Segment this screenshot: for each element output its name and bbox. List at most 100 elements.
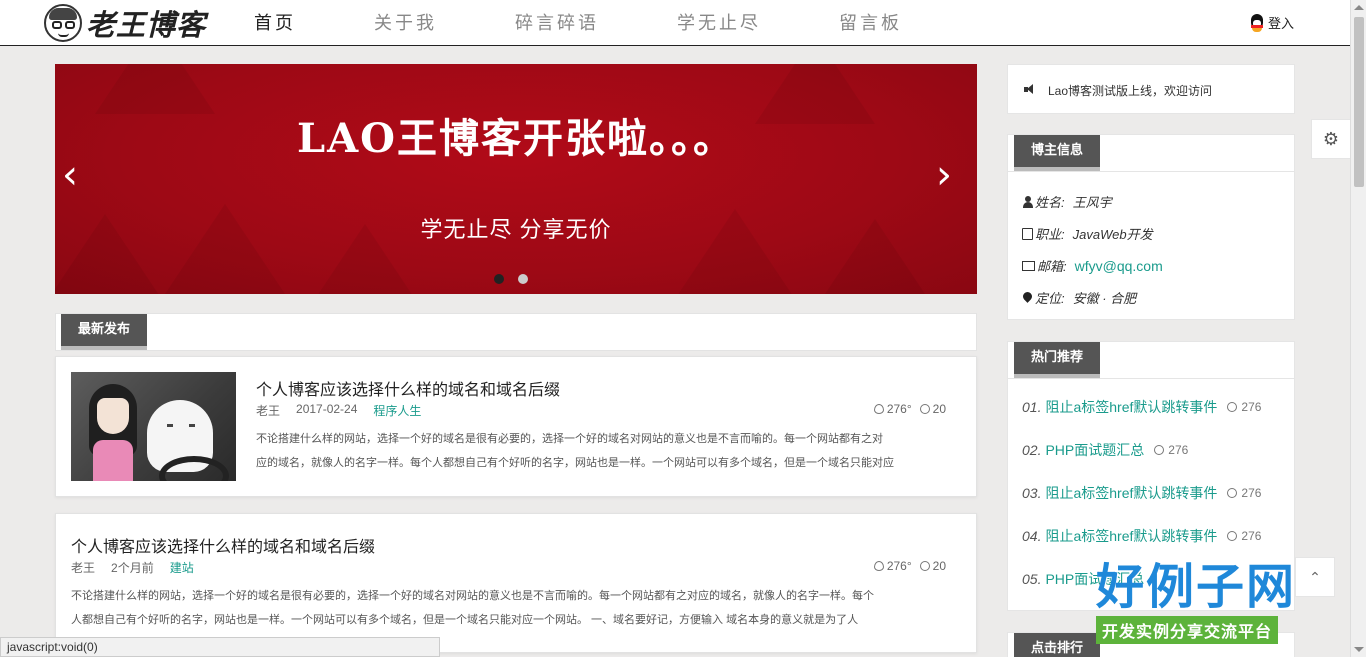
article-comments: 20 xyxy=(932,559,946,573)
hot-item-number: 05. xyxy=(1022,571,1042,587)
info-value: JavaWeb开发 xyxy=(1072,227,1153,242)
watermark-main-text: 好例子网 xyxy=(1096,559,1297,615)
hot-item-title[interactable]: 阻止a标签href默认跳转事件 xyxy=(1045,526,1217,546)
article-card[interactable]: 个人博客应该选择什么样的域名和域名后缀 老王 2017-02-24 程序人生 2… xyxy=(55,356,977,497)
main-nav: 首页 关于我 碎言碎语 学无止尽 留言板 xyxy=(230,0,956,46)
article-stats: 276° 20 xyxy=(873,559,946,573)
banner-carousel[interactable]: LAO王博客开张啦。。。 学无止尽 分享无价 ‹ › xyxy=(55,64,977,294)
fire-icon xyxy=(873,404,884,414)
banner-title: LAO王博客开张啦。。。 xyxy=(296,115,735,162)
carousel-dot-2[interactable] xyxy=(518,274,528,284)
article-comments: 20 xyxy=(932,402,946,416)
hot-item-number: 01. xyxy=(1022,399,1042,415)
hot-item-title[interactable]: PHP面试题汇总 xyxy=(1045,440,1144,460)
article-title[interactable]: 个人博客应该选择什么样的域名和域名后缀 xyxy=(71,533,375,557)
article-views: 276° xyxy=(886,559,912,573)
user-icon xyxy=(1022,195,1033,208)
logo-text: 老王博客 xyxy=(86,8,207,42)
top-navbar: 老王博客 首页 关于我 碎言碎语 学无止尽 留言板 登入 xyxy=(0,0,1350,46)
article-author: 老王 xyxy=(71,561,96,575)
article-category[interactable]: 建站 xyxy=(170,559,194,576)
comment-icon xyxy=(919,404,930,414)
info-row-job: 职业: JavaWeb开发 xyxy=(1022,224,1153,243)
page-scrollbar[interactable] xyxy=(1350,0,1366,657)
info-label: 职业: xyxy=(1035,227,1065,242)
email-link[interactable]: wfyv@qq.com xyxy=(1075,258,1163,274)
info-value: 安徽 · 合肥 xyxy=(1072,291,1137,306)
carousel-dot-1[interactable] xyxy=(494,274,504,284)
settings-gear-icon[interactable]: ⚙ xyxy=(1311,119,1351,159)
hot-item-title[interactable]: 阻止a标签href默认跳转事件 xyxy=(1045,483,1217,503)
nav-item-about[interactable]: 关于我 xyxy=(350,0,461,46)
hot-item[interactable]: 04. 阻止a标签href默认跳转事件 276 xyxy=(1022,526,1261,546)
location-icon xyxy=(1021,289,1034,304)
qq-icon xyxy=(1249,13,1265,32)
excerpt-line: 不论搭建什么样的网站，选择一个好的域名是很有必要的，选择一个好的域名对网站的意义… xyxy=(256,433,883,445)
carousel-next-arrow-icon[interactable]: › xyxy=(931,155,957,195)
scroll-up-arrow-icon[interactable] xyxy=(1354,5,1364,10)
notice-bar: Lao博客测试版上线，欢迎访问 xyxy=(1007,64,1295,114)
hot-heading: 热门推荐 xyxy=(1014,342,1100,378)
latest-heading: 最新发布 xyxy=(61,314,147,350)
carousel-dots xyxy=(494,274,542,284)
hot-item-count: 276 xyxy=(1227,486,1261,500)
article-date: 2个月前 xyxy=(111,561,154,575)
article-excerpt: 不论搭建什么样的网站，选择一个好的域名是很有必要的，选择一个好的域名对网站的意义… xyxy=(71,584,966,632)
site-logo[interactable]: 老王博客 xyxy=(44,2,206,44)
article-card[interactable]: 个人博客应该选择什么样的域名和域名后缀 老王 2个月前 建站 276° 20 不… xyxy=(55,513,977,653)
watermark-sub-text: 开发实例分享交流平台 xyxy=(1096,616,1279,644)
status-bar-url: javascript:void(0) xyxy=(0,637,440,657)
nav-item-notes[interactable]: 碎言碎语 xyxy=(491,0,623,46)
blogger-info-heading: 博主信息 xyxy=(1014,135,1100,171)
excerpt-line: 应的域名，就像人的名字一样。每个人都想自己有个好听的名字，网站也是一样。一个网站… xyxy=(256,457,894,469)
article-thumbnail[interactable] xyxy=(71,372,236,481)
comment-icon xyxy=(1227,402,1238,412)
hot-item[interactable]: 02. PHP面试题汇总 276 xyxy=(1022,440,1188,460)
speaker-icon xyxy=(1024,84,1034,94)
comment-icon xyxy=(1227,531,1238,541)
blogger-info-panel: 博主信息 姓名: 王风宇 职业: JavaWeb开发 邮箱: wfyv@qq.c… xyxy=(1007,134,1295,320)
hot-item-count: 276 xyxy=(1227,529,1261,543)
hot-item[interactable]: 03. 阻止a标签href默认跳转事件 276 xyxy=(1022,483,1261,503)
article-meta: 老王 2个月前 建站 xyxy=(71,559,210,576)
nav-item-home[interactable]: 首页 xyxy=(230,0,320,46)
article-meta: 老王 2017-02-24 程序人生 xyxy=(256,402,437,419)
rank-heading: 点击排行 xyxy=(1014,633,1100,657)
article-views: 276° xyxy=(886,402,912,416)
excerpt-line: 人都想自己有个好听的名字，网站也是一样。一个网站可以有多个域名，但是一个域名只能… xyxy=(71,614,859,626)
article-date: 2017-02-24 xyxy=(296,402,358,416)
info-label: 姓名: xyxy=(1035,195,1065,210)
count-value: 276 xyxy=(1241,400,1262,414)
hot-item-title[interactable]: 阻止a标签href默认跳转事件 xyxy=(1045,397,1217,417)
info-row-email: 邮箱: wfyv@qq.com xyxy=(1022,256,1163,275)
nav-item-learning[interactable]: 学无止尽 xyxy=(653,0,785,46)
hot-item-count: 276 xyxy=(1227,400,1261,414)
carousel-prev-arrow-icon[interactable]: ‹ xyxy=(57,155,83,195)
notice-text: Lao博客测试版上线，欢迎访问 xyxy=(1048,84,1213,98)
article-title[interactable]: 个人博客应该选择什么样的域名和域名后缀 xyxy=(256,376,560,400)
info-label: 邮箱: xyxy=(1037,259,1067,274)
hot-item[interactable]: 01. 阻止a标签href默认跳转事件 276 xyxy=(1022,397,1261,417)
scroll-thumb[interactable] xyxy=(1354,17,1364,187)
count-value: 276 xyxy=(1168,443,1189,457)
nav-item-guestbook[interactable]: 留言板 xyxy=(815,0,926,46)
article-category[interactable]: 程序人生 xyxy=(373,402,421,419)
banner-subtitle: 学无止尽 分享无价 xyxy=(420,217,612,242)
count-value: 276 xyxy=(1241,486,1262,500)
hot-item-number: 04. xyxy=(1022,528,1042,544)
comment-icon xyxy=(919,561,930,571)
article-author: 老王 xyxy=(256,404,281,418)
info-row-location: 定位: 安徽 · 合肥 xyxy=(1021,288,1137,307)
article-excerpt: 不论搭建什么样的网站，选择一个好的域名是很有必要的，选择一个好的域名对网站的意义… xyxy=(256,427,956,475)
watermark-logo: 好例子网 开发实例分享交流平台 xyxy=(1096,558,1320,648)
scroll-down-arrow-icon[interactable] xyxy=(1354,647,1364,652)
latest-section-header: 最新发布 xyxy=(55,313,977,351)
hot-item-count: 276 xyxy=(1154,443,1188,457)
info-label: 定位: xyxy=(1035,291,1065,306)
count-value: 276 xyxy=(1241,529,1262,543)
login-button[interactable]: 登入 xyxy=(1249,13,1294,32)
hot-item-number: 02. xyxy=(1022,442,1042,458)
hot-item-number: 03. xyxy=(1022,485,1042,501)
info-value: 王风宇 xyxy=(1072,195,1112,210)
comment-icon xyxy=(1227,488,1238,498)
